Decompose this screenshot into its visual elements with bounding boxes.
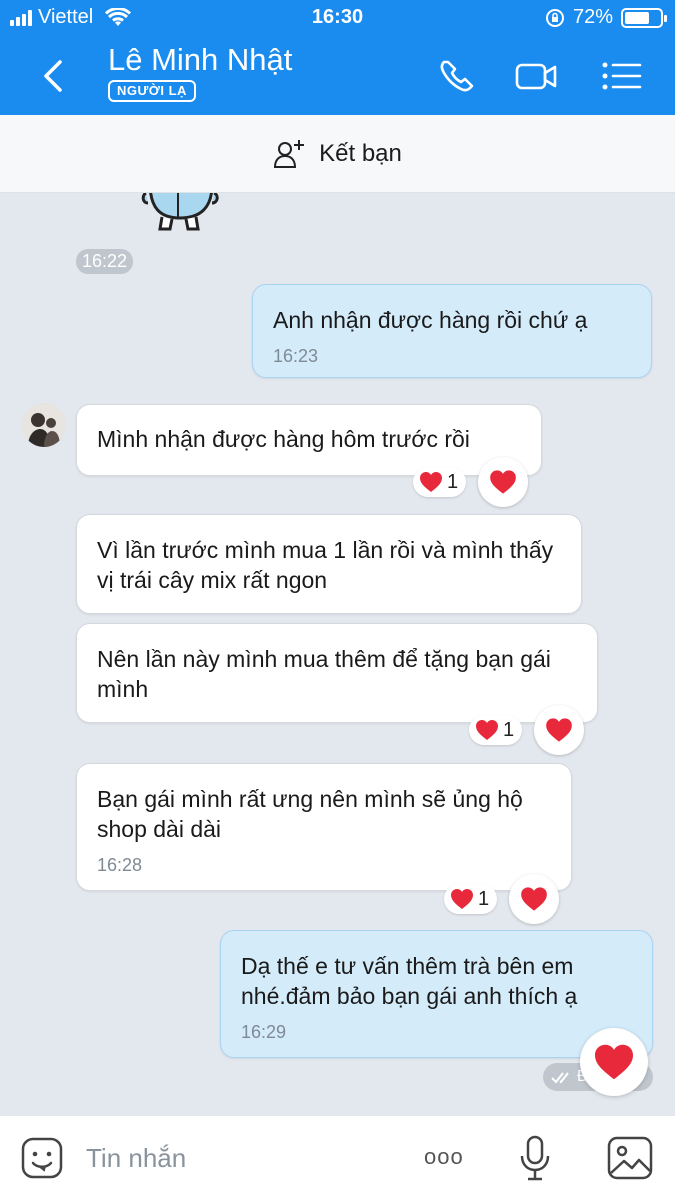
heart-icon	[520, 886, 548, 912]
time-separator: 16:22	[76, 249, 134, 274]
battery-percent: 72%	[572, 6, 613, 28]
back-icon[interactable]	[38, 56, 72, 96]
react-heart-button[interactable]	[478, 457, 529, 507]
message-time: 16:28	[97, 855, 143, 875]
react-heart-button[interactable]	[580, 1028, 648, 1096]
contact-name[interactable]: Lê Minh Nhật	[108, 42, 292, 78]
message-bubble-out[interactable]: Anh nhận được hàng rồi chứ ạ 16:23	[252, 284, 652, 378]
message-bubble-in[interactable]: Bạn gái mình rất ưng nên mình sẽ ủng hộ …	[76, 763, 572, 891]
heart-icon	[545, 717, 573, 743]
phone-icon[interactable]	[434, 56, 478, 96]
more-options-icon[interactable]: ooo	[424, 1144, 464, 1170]
battery-icon	[621, 7, 667, 28]
message-text: Dạ thế e tư vấn thêm trà bên em nhé.đảm …	[241, 953, 578, 1009]
message-text: Mình nhận được hàng hôm trước rồi	[97, 426, 470, 452]
reaction-count[interactable]: 1	[413, 467, 467, 497]
input-bar: Tin nhắn ooo	[0, 1115, 675, 1200]
add-friend-label: Kết bạn	[319, 139, 402, 167]
message-input[interactable]: Tin nhắn	[86, 1143, 186, 1174]
avatar[interactable]	[22, 403, 66, 447]
heart-icon	[419, 471, 443, 493]
reaction-group: 1	[469, 705, 585, 755]
message-text: Nên lần này mình mua thêm để tặng bạn gá…	[97, 646, 551, 702]
heart-icon	[593, 1043, 635, 1081]
double-check-icon	[551, 1072, 569, 1084]
sticker-icon[interactable]	[20, 1136, 64, 1180]
microphone-icon[interactable]	[518, 1134, 552, 1184]
message-time: 16:23	[273, 346, 319, 366]
menu-icon[interactable]	[600, 56, 644, 96]
message-text: Bạn gái mình rất ưng nên mình sẽ ủng hộ …	[97, 786, 523, 842]
message-text: Anh nhận được hàng rồi chứ ạ	[273, 307, 588, 333]
reaction-count[interactable]: 1	[469, 715, 523, 745]
status-bar: Viettel 16:30 72%	[0, 0, 675, 36]
heart-icon	[450, 888, 474, 910]
reaction-count[interactable]: 1	[444, 884, 498, 914]
image-icon[interactable]	[606, 1135, 654, 1181]
reaction-group: 1	[444, 874, 560, 924]
header-bar: Viettel 16:30 72% Lê Minh Nhật NGƯỜI LẠ	[0, 0, 675, 115]
chat-area[interactable]: 16:22 Anh nhận được hàng rồi chứ ạ 16:23…	[0, 193, 675, 1115]
message-time: 16:29	[241, 1022, 287, 1042]
add-user-icon	[274, 139, 305, 168]
add-friend-button[interactable]: Kết bạn	[0, 115, 675, 193]
reaction-group: 1	[413, 457, 529, 507]
react-heart-button[interactable]	[509, 874, 560, 924]
sticker[interactable]	[140, 193, 220, 243]
video-call-icon[interactable]	[514, 56, 558, 96]
battery-group: 72%	[545, 6, 667, 29]
message-bubble-in[interactable]: Vì lần trước mình mua 1 lần rồi và mình …	[76, 514, 582, 614]
rotation-lock-icon	[545, 8, 564, 27]
heart-icon	[489, 469, 517, 495]
message-text: Vì lần trước mình mua 1 lần rồi và mình …	[97, 537, 554, 593]
stranger-badge: NGƯỜI LẠ	[108, 80, 196, 102]
heart-icon	[475, 719, 499, 741]
react-heart-button[interactable]	[534, 705, 585, 755]
